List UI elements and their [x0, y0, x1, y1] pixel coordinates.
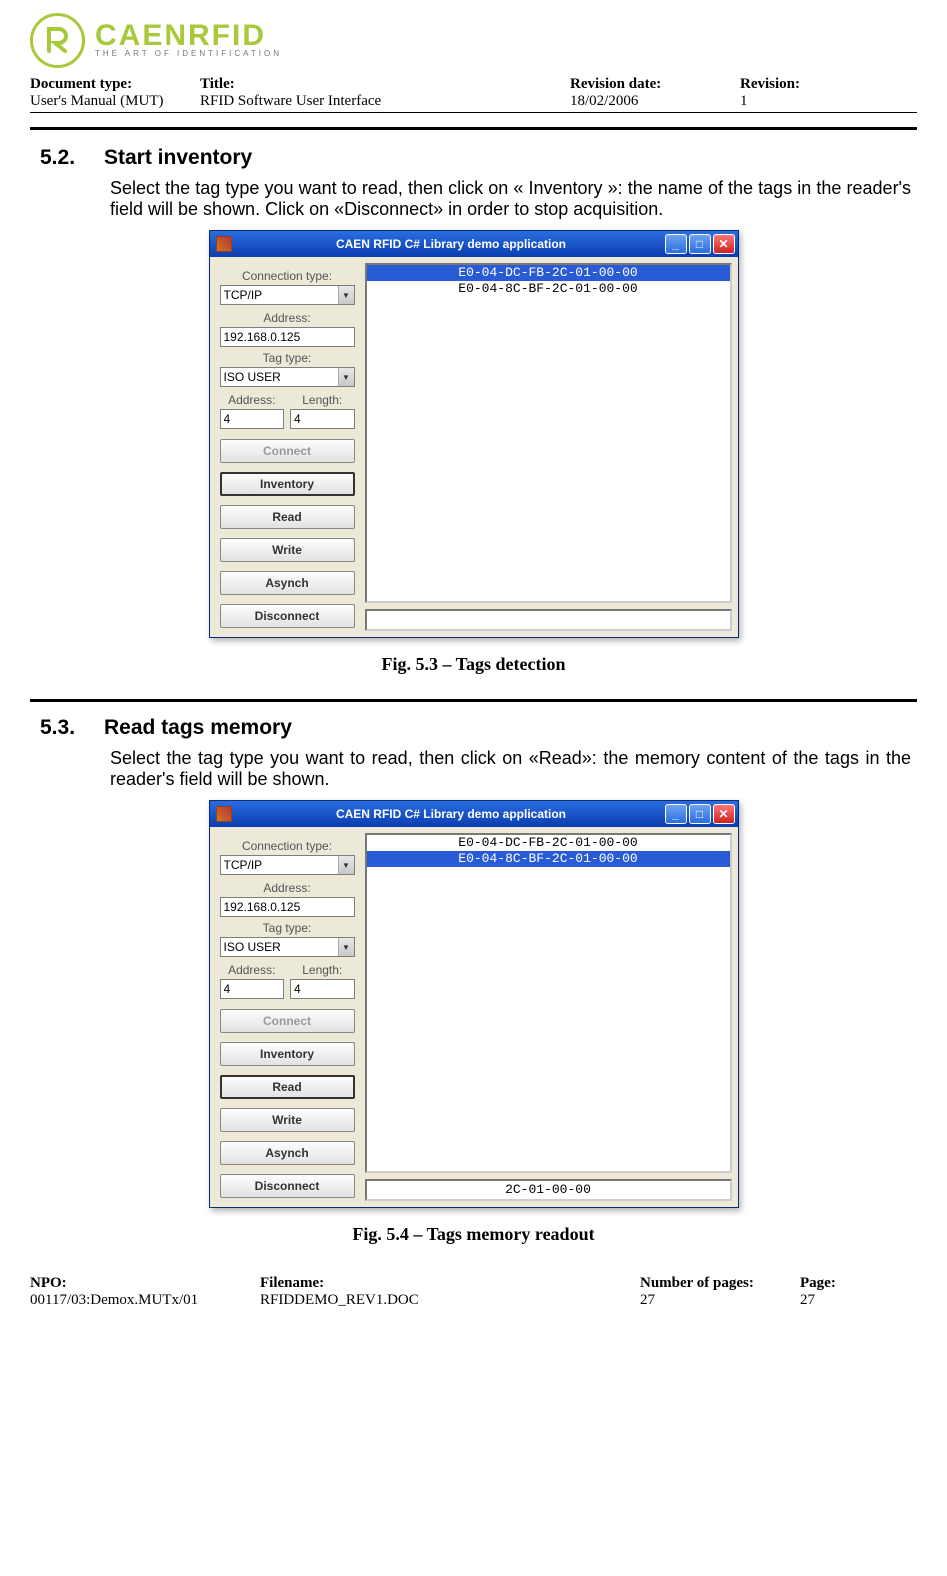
app-window-54: CAEN RFID C# Library demo application _ … — [209, 800, 739, 1208]
right-panel: E0-04-DC-FB-2C-01-00-00 E0-04-8C-BF-2C-0… — [365, 257, 738, 637]
rev-label: Revision: — [740, 76, 917, 93]
inventory-button[interactable]: Inventory — [220, 472, 355, 496]
addr2-label: Address: — [220, 963, 285, 977]
app-icon — [216, 806, 232, 822]
tag-list[interactable]: E0-04-DC-FB-2C-01-00-00 E0-04-8C-BF-2C-0… — [365, 833, 732, 1173]
figure-54: CAEN RFID C# Library demo application _ … — [30, 800, 917, 1208]
section-53-text: Select the tag type you want to read, th… — [110, 748, 911, 790]
list-item[interactable]: E0-04-DC-FB-2C-01-00-00 — [367, 835, 730, 851]
conn-type-label: Connection type: — [220, 839, 355, 853]
write-button[interactable]: Write — [220, 1108, 355, 1132]
minimize-button[interactable]: _ — [665, 804, 687, 824]
tag-type-select[interactable]: ▼ — [220, 367, 355, 387]
length-field[interactable] — [290, 979, 355, 999]
addr2-field[interactable] — [220, 409, 285, 429]
list-item[interactable]: E0-04-DC-FB-2C-01-00-00 — [367, 265, 730, 281]
revdate-value: 18/02/2006 — [570, 93, 740, 110]
revdate-label: Revision date: — [570, 76, 740, 93]
divider — [30, 127, 917, 130]
conn-type-select[interactable]: ▼ — [220, 855, 355, 875]
r-icon — [43, 25, 73, 55]
rev-value: 1 — [740, 93, 917, 110]
connect-button[interactable]: Connect — [220, 439, 355, 463]
titlebar: CAEN RFID C# Library demo application _ … — [210, 801, 738, 827]
doctype-label: Document type: — [30, 76, 200, 93]
npo-value: 00117/03:Demox.MUTx/01 — [30, 1292, 260, 1309]
list-item[interactable]: E0-04-8C-BF-2C-01-00-00 — [367, 281, 730, 297]
window-title: CAEN RFID C# Library demo application — [238, 807, 665, 821]
read-button[interactable]: Read — [220, 505, 355, 529]
status-field[interactable]: 2C-01-00-00 — [365, 1179, 732, 1201]
conn-type-label: Connection type: — [220, 269, 355, 283]
figure-54-caption: Fig. 5.4 – Tags memory readout — [30, 1224, 917, 1245]
length-label: Length: — [290, 393, 355, 407]
status-field[interactable] — [365, 609, 732, 631]
left-panel: Connection type: ▼ Address: Tag type: ▼ … — [210, 827, 365, 1207]
logo: CAENRFID THE ART OF IDENTIFICATION — [30, 10, 917, 70]
title-value: RFID Software User Interface — [200, 93, 570, 110]
minimize-button[interactable]: _ — [665, 234, 687, 254]
footer-meta: NPO: 00117/03:Demox.MUTx/01 Filename: RF… — [30, 1275, 917, 1309]
address-label: Address: — [220, 881, 355, 895]
close-button[interactable]: ✕ — [713, 804, 735, 824]
filename-label: Filename: — [260, 1275, 640, 1292]
address-field[interactable] — [220, 327, 355, 347]
tag-list[interactable]: E0-04-DC-FB-2C-01-00-00 E0-04-8C-BF-2C-0… — [365, 263, 732, 603]
chevron-down-icon: ▼ — [338, 938, 354, 956]
header-meta: Document type: User's Manual (MUT) Title… — [30, 76, 917, 113]
disconnect-button[interactable]: Disconnect — [220, 604, 355, 628]
inventory-button[interactable]: Inventory — [220, 1042, 355, 1066]
window-title: CAEN RFID C# Library demo application — [238, 237, 665, 251]
chevron-down-icon: ▼ — [338, 286, 354, 304]
write-button[interactable]: Write — [220, 538, 355, 562]
disconnect-button[interactable]: Disconnect — [220, 1174, 355, 1198]
list-item[interactable]: E0-04-8C-BF-2C-01-00-00 — [367, 851, 730, 867]
brand: CAENRFID — [95, 22, 282, 49]
tagline: THE ART OF IDENTIFICATION — [95, 49, 282, 58]
right-panel: E0-04-DC-FB-2C-01-00-00 E0-04-8C-BF-2C-0… — [365, 827, 738, 1207]
app-icon — [216, 236, 232, 252]
tag-type-label: Tag type: — [220, 921, 355, 935]
maximize-button[interactable]: □ — [689, 804, 711, 824]
maximize-button[interactable]: □ — [689, 234, 711, 254]
figure-53: CAEN RFID C# Library demo application _ … — [30, 230, 917, 638]
numpages-label: Number of pages: — [640, 1275, 800, 1292]
addr2-label: Address: — [220, 393, 285, 407]
section-heading-52: 5.2.Start inventory — [40, 146, 917, 170]
section-heading-53: 5.3.Read tags memory — [40, 716, 917, 740]
chevron-down-icon: ▼ — [338, 368, 354, 386]
read-button[interactable]: Read — [220, 1075, 355, 1099]
divider — [30, 699, 917, 702]
left-panel: Connection type: ▼ Address: Tag type: ▼ … — [210, 257, 365, 637]
chevron-down-icon: ▼ — [338, 856, 354, 874]
section-52-text: Select the tag type you want to read, th… — [110, 178, 911, 220]
filename-value: RFIDDEMO_REV1.DOC — [260, 1292, 640, 1309]
figure-53-caption: Fig. 5.3 – Tags detection — [30, 654, 917, 675]
logo-mark — [30, 13, 85, 68]
app-window-53: CAEN RFID C# Library demo application _ … — [209, 230, 739, 638]
tag-type-select[interactable]: ▼ — [220, 937, 355, 957]
title-label: Title: — [200, 76, 570, 93]
doctype-value: User's Manual (MUT) — [30, 93, 200, 110]
page-label: Page: — [800, 1275, 917, 1292]
conn-type-select[interactable]: ▼ — [220, 285, 355, 305]
address-field[interactable] — [220, 897, 355, 917]
length-label: Length: — [290, 963, 355, 977]
close-button[interactable]: ✕ — [713, 234, 735, 254]
addr2-field[interactable] — [220, 979, 285, 999]
connect-button[interactable]: Connect — [220, 1009, 355, 1033]
npo-label: NPO: — [30, 1275, 260, 1292]
length-field[interactable] — [290, 409, 355, 429]
titlebar: CAEN RFID C# Library demo application _ … — [210, 231, 738, 257]
asynch-button[interactable]: Asynch — [220, 1141, 355, 1165]
asynch-button[interactable]: Asynch — [220, 571, 355, 595]
tag-type-label: Tag type: — [220, 351, 355, 365]
numpages-value: 27 — [640, 1292, 800, 1309]
page-value: 27 — [800, 1292, 917, 1309]
address-label: Address: — [220, 311, 355, 325]
